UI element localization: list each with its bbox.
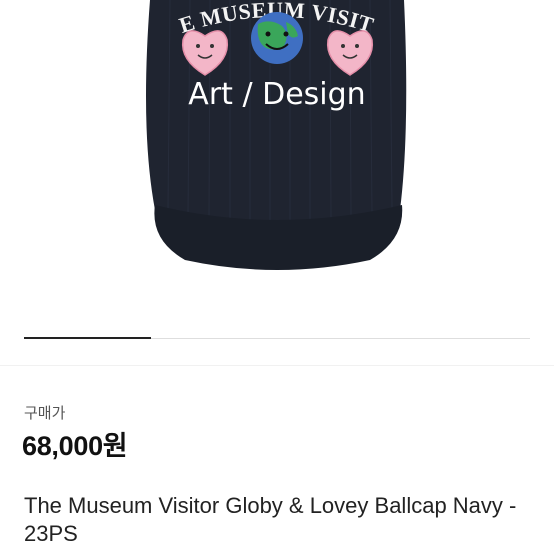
product-title: The Museum Visitor Globy & Lovey Ballcap… — [24, 493, 517, 546]
ballcap-image: THE MUSEUM VISITOR Art / Design — [0, 0, 407, 270]
product-image[interactable]: THE MUSEUM VISITOR Art / Design — [0, 0, 554, 365]
cap-embroidery-art: Art / Design — [188, 77, 365, 112]
globe-icon — [251, 12, 303, 64]
image-gallery-indicator-fill — [24, 337, 151, 339]
price: 68,000원 — [22, 431, 128, 461]
image-gallery-indicator — [24, 337, 530, 339]
section-divider — [0, 365, 554, 366]
status-label: 구매가 — [24, 405, 66, 422]
